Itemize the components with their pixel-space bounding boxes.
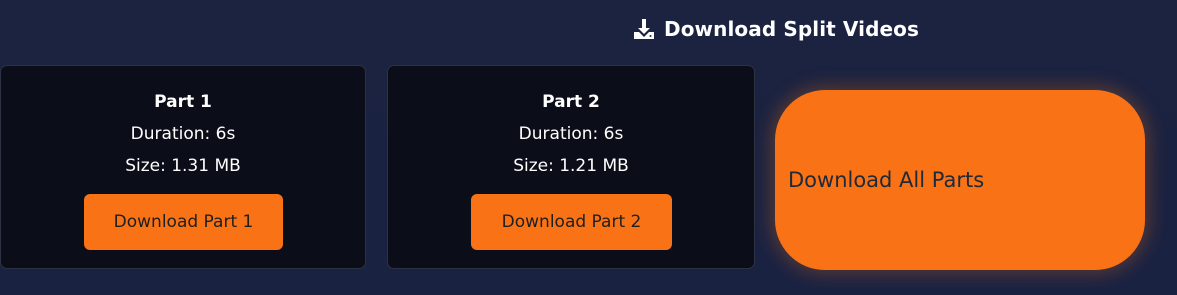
download-part-1-button[interactable]: Download Part 1 bbox=[84, 194, 283, 250]
download-all-parts-button[interactable]: Download All Parts bbox=[775, 90, 1145, 270]
part-duration: Duration: 6s bbox=[130, 124, 236, 144]
part-card-1: Part 1 Duration: 6s Size: 1.31 MB Downlo… bbox=[0, 65, 366, 269]
download-icon bbox=[632, 17, 656, 41]
part-duration: Duration: 6s bbox=[518, 124, 624, 144]
part-card-2: Part 2 Duration: 6s Size: 1.21 MB Downlo… bbox=[387, 65, 755, 269]
part-size: Size: 1.21 MB bbox=[513, 156, 629, 176]
part-title: Part 2 bbox=[542, 92, 600, 112]
part-size: Size: 1.31 MB bbox=[125, 156, 241, 176]
section-title: Download Split Videos bbox=[664, 17, 919, 41]
download-part-2-button[interactable]: Download Part 2 bbox=[471, 194, 672, 250]
section-heading: Download Split Videos bbox=[632, 14, 919, 44]
part-title: Part 1 bbox=[154, 92, 212, 112]
